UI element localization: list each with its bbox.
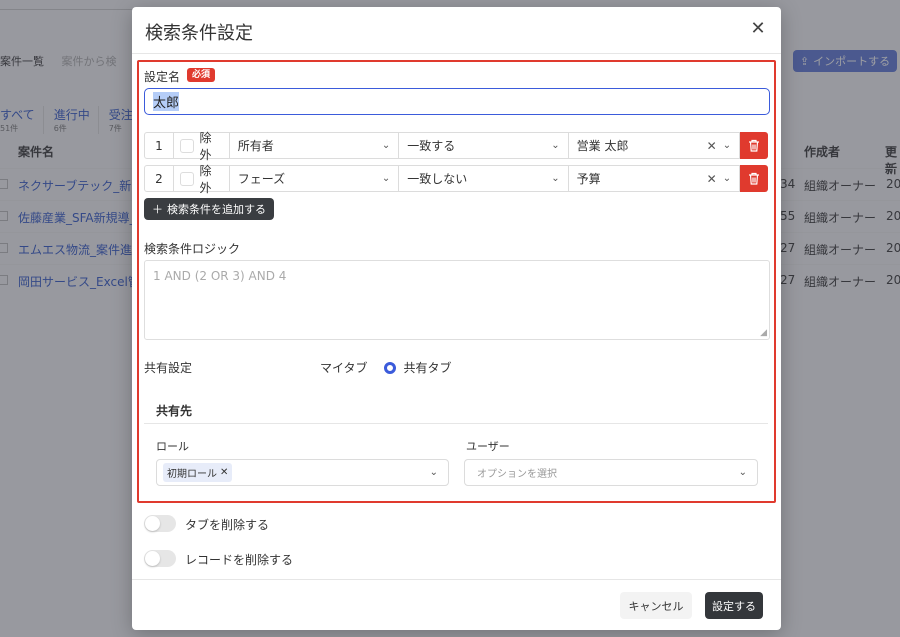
field-value: フェーズ [237,172,286,186]
delete-record-label: レコードを削除する [185,553,294,567]
chevron-down-icon: ⌄ [722,140,732,151]
exclude-label: 除外 [199,130,212,162]
clear-icon[interactable]: ✕ [707,139,717,153]
resize-handle-icon[interactable]: ◢ [760,328,767,338]
share-target-title: 共有先 [156,404,193,418]
close-icon[interactable]: ✕ [748,19,768,39]
chevron-down-icon: ⌄ [551,140,560,151]
condition-number: 2 [144,165,174,192]
logic-textarea[interactable]: 1 AND (2 OR 3) AND 4 ◢ [144,260,770,340]
field-select[interactable]: フェーズ ⌄ [229,165,400,192]
delete-tab-label: タブを削除する [185,518,270,532]
setting-name-input[interactable]: 太郎 [144,88,770,115]
exclude-label: 除外 [199,163,212,195]
user-label: ユーザー [466,440,510,453]
operator-value: 一致する [407,139,456,153]
cancel-button[interactable]: キャンセル [620,592,692,619]
condition-row-1: 1 除外 所有者 ⌄ 一致する ⌄ 営業 太郎 ✕ ⌄ [144,131,769,162]
operator-select[interactable]: 一致する ⌄ [399,132,569,159]
value-select[interactable]: 営業 太郎 ✕ ⌄ [568,132,741,159]
condition-row-2: 2 除外 フェーズ ⌄ 一致しない ⌄ 予算 ✕ ⌄ [144,164,769,195]
radio-my-tab-label[interactable]: マイタブ [320,359,368,376]
role-select[interactable]: 初期ロール ✕ ⌄ [156,459,449,486]
role-tag: 初期ロール ✕ [163,463,233,482]
exclude-toggle[interactable]: 除外 [173,164,230,195]
role-tag-label: 初期ロール [167,469,217,480]
radio-shared-tab[interactable] [383,361,396,374]
value-text: 営業 太郎 [576,139,629,153]
share-divider [144,423,768,424]
chevron-down-icon: ⌄ [429,467,438,478]
add-condition-button[interactable]: ＋ 検索条件を追加する [144,198,274,220]
delete-condition-button[interactable] [740,165,769,192]
footer-divider [132,579,781,580]
field-value: 所有者 [237,139,274,153]
exclude-toggle[interactable]: 除外 [173,131,230,162]
delete-tab-toggle[interactable] [144,515,176,532]
field-select[interactable]: 所有者 ⌄ [229,132,400,159]
chevron-down-icon: ⌄ [722,173,732,184]
delete-record-toggle[interactable] [144,550,176,567]
operator-value: 一致しない [407,172,468,186]
title-divider [132,53,781,54]
setting-name-label: 設定名 [144,70,181,84]
confirm-button[interactable]: 設定する [705,592,763,619]
required-badge: 必須 [187,68,216,82]
condition-number: 1 [144,132,174,159]
chevron-down-icon: ⌄ [381,173,391,184]
share-setting-label: 共有設定 [144,361,193,375]
chevron-down-icon: ⌄ [738,467,747,478]
chevron-down-icon: ⌄ [551,173,560,184]
plus-icon: ＋ [152,203,163,216]
value-select[interactable]: 予算 ✕ ⌄ [568,165,741,192]
logic-placeholder: 1 AND (2 OR 3) AND 4 [153,269,287,283]
user-select[interactable]: オプションを選択 ⌄ [464,459,758,486]
user-placeholder: オプションを選択 [477,469,557,480]
exclude-checkbox[interactable] [179,171,194,186]
clear-icon[interactable]: ✕ [707,172,717,186]
share-radio-group: マイタブ 共有タブ [300,359,452,376]
exclude-checkbox[interactable] [179,138,194,153]
operator-select[interactable]: 一致しない ⌄ [399,165,569,192]
tag-remove-icon[interactable]: ✕ [220,467,228,478]
modal-title: 検索条件設定 [145,23,253,44]
role-label: ロール [156,440,189,453]
chevron-down-icon: ⌄ [381,140,391,151]
delete-condition-button[interactable] [740,132,769,159]
trash-icon [749,139,760,152]
radio-shared-tab-label[interactable]: 共有タブ [404,359,452,376]
setting-name-value: 太郎 [153,92,180,111]
logic-label: 検索条件ロジック [144,242,241,256]
search-condition-modal: 検索条件設定 ✕ 設定名 必須 太郎 1 除外 所有者 ⌄ 一致する ⌄ 営業 … [132,7,781,630]
radio-my-tab[interactable] [300,361,312,374]
add-condition-label: 検索条件を追加する [167,203,266,216]
value-text: 予算 [576,172,601,186]
trash-icon [749,172,760,185]
